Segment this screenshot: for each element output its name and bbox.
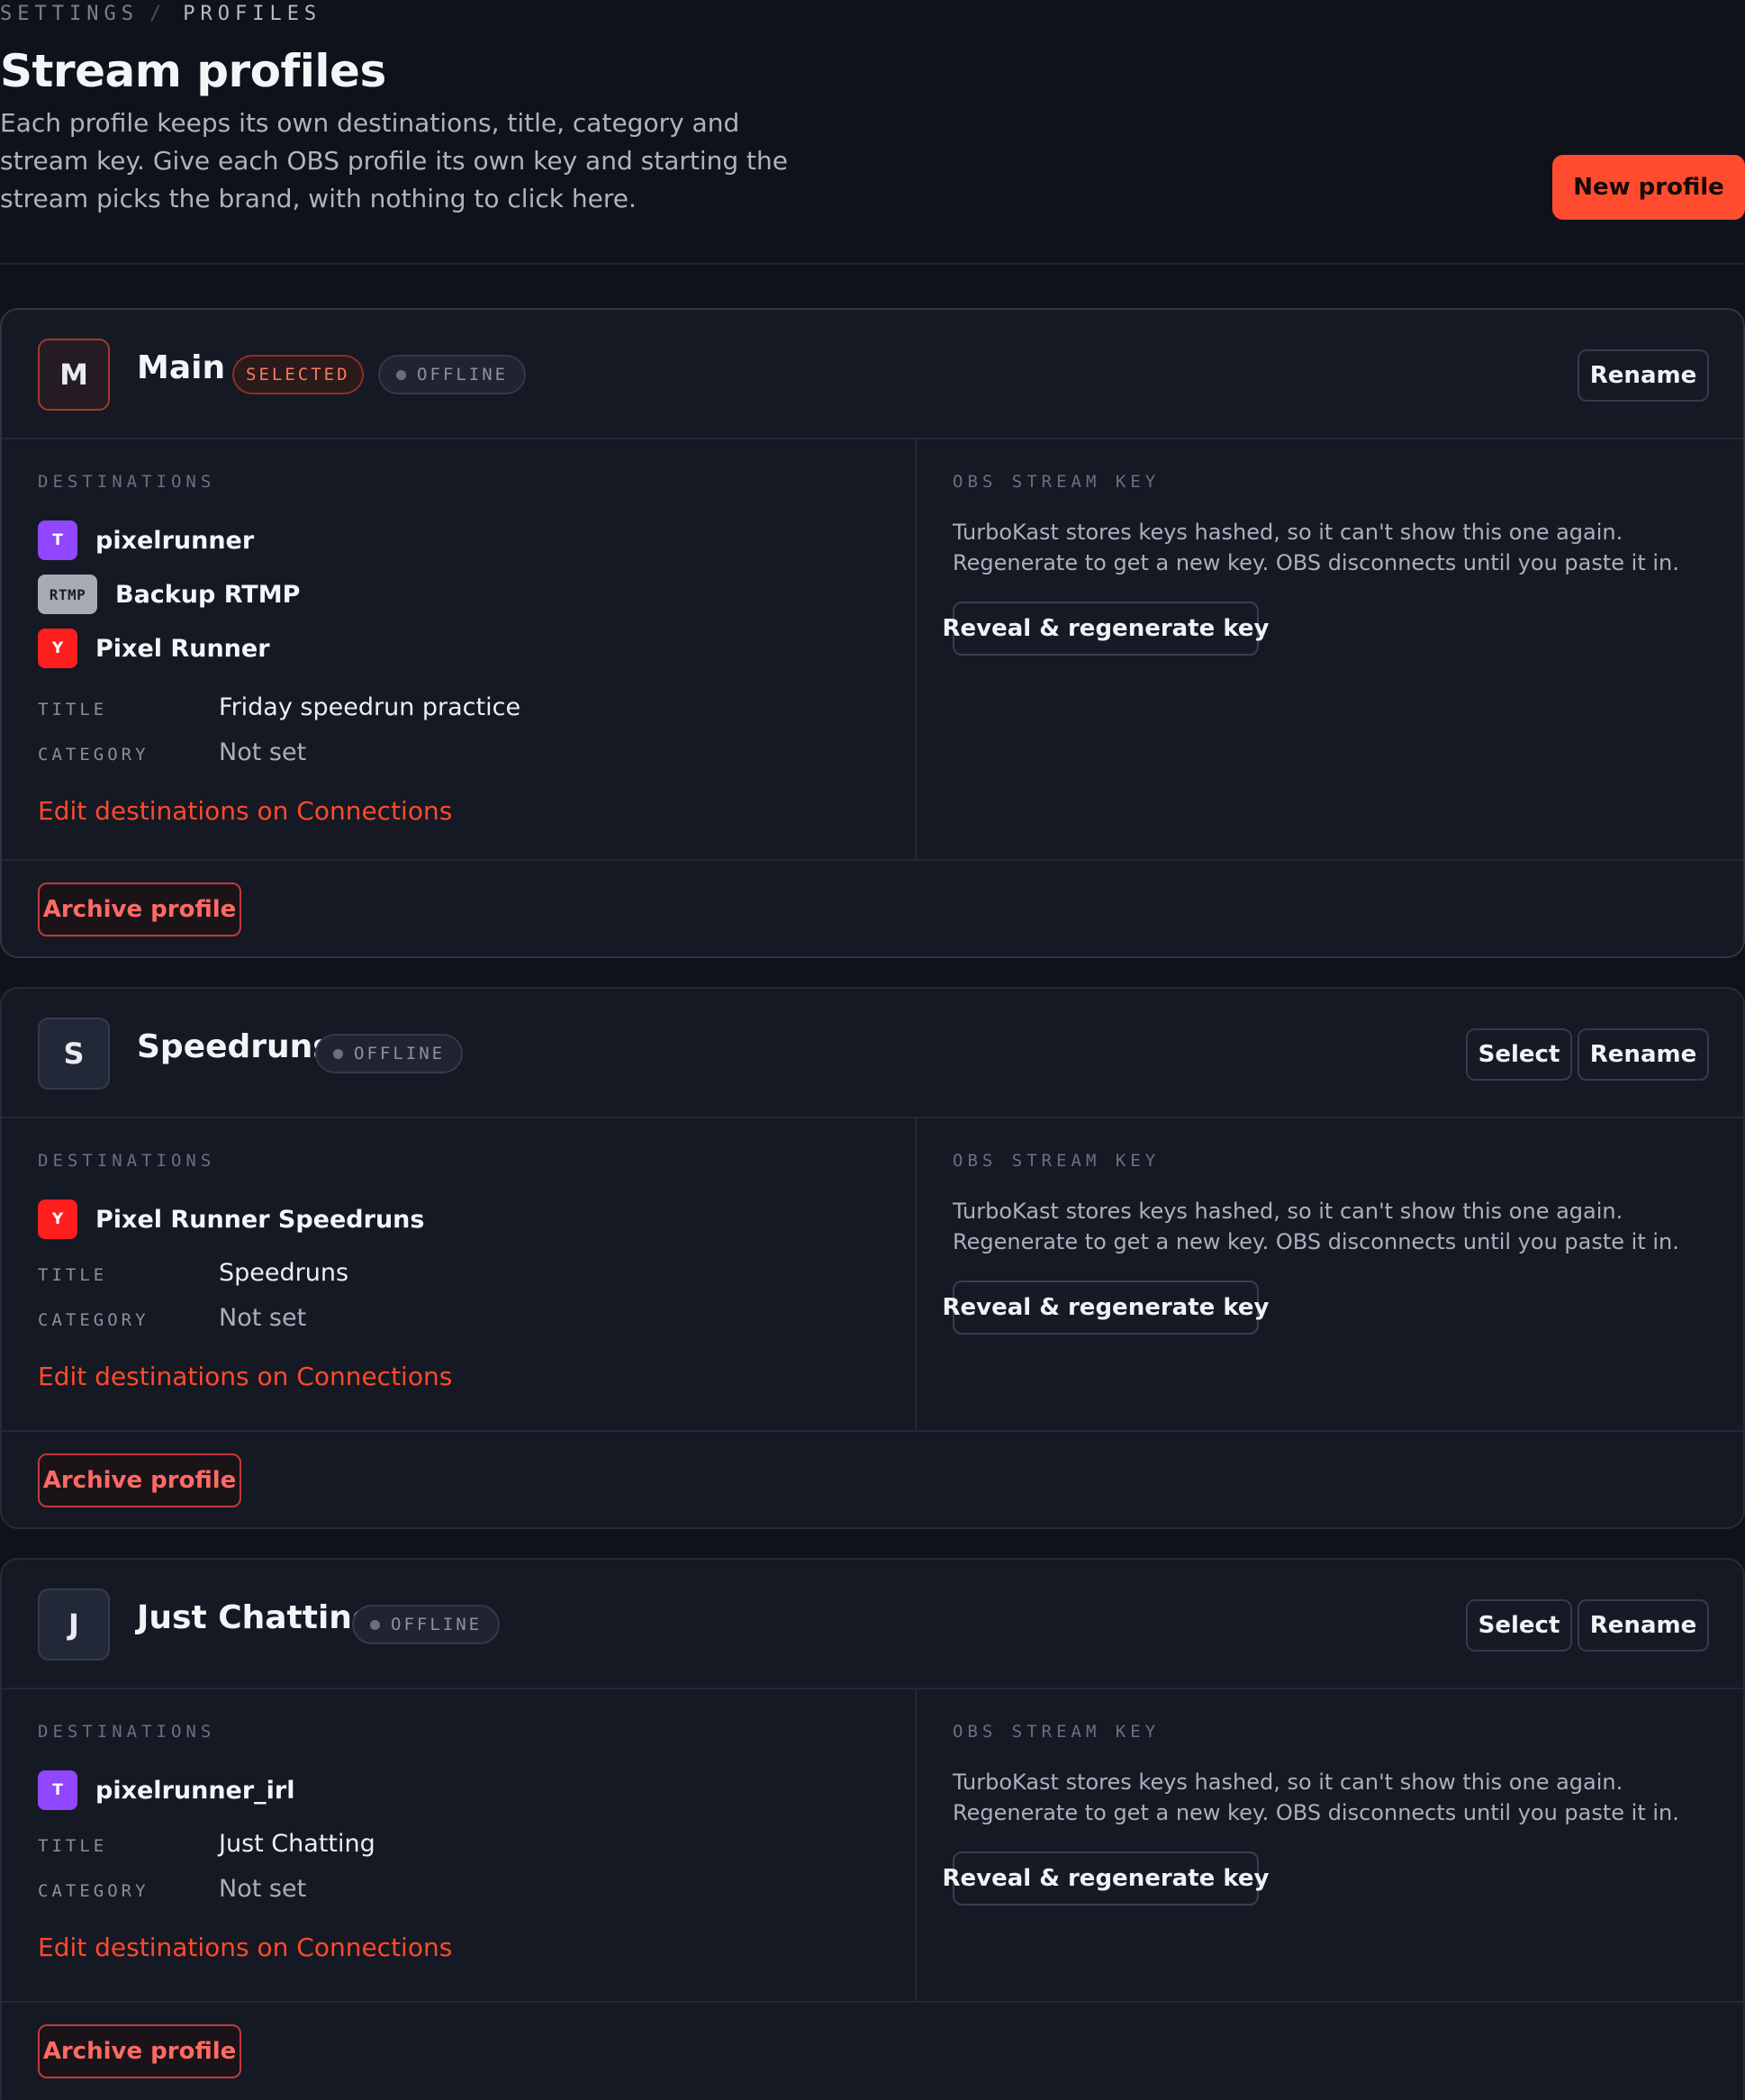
category-label: CATEGORY <box>38 1310 149 1330</box>
youtube-icon: Y <box>38 629 77 668</box>
archive-profile-button[interactable]: Archive profile <box>38 883 241 937</box>
profile-card-main: M Main SELECTED OFFLINE Rename DESTINATI… <box>0 308 1745 958</box>
reveal-regenerate-key-button[interactable]: Reveal & regenerate key <box>943 1281 1270 1335</box>
avatar: J <box>38 1589 110 1661</box>
stream-key-label: OBS STREAM KEY <box>953 1151 1161 1171</box>
title-label: TITLE <box>38 1265 108 1285</box>
status-badge: OFFLINE <box>378 355 527 394</box>
edit-destinations-link[interactable]: Edit destinations on Connections <box>38 1933 452 1962</box>
edit-destinations-link[interactable]: Edit destinations on Connections <box>38 1362 452 1391</box>
destinations-panel: DESTINATIONS T pixelrunner_irl TITLE Jus… <box>2 1689 917 2001</box>
edit-destinations-link[interactable]: Edit destinations on Connections <box>38 796 452 826</box>
destinations-panel: DESTINATIONS Y Pixel Runner Speedruns TI… <box>2 1118 917 1430</box>
youtube-icon: Y <box>38 1199 77 1239</box>
avatar: S <box>38 1018 110 1090</box>
profile-footer: Archive profile <box>2 2001 1743 2100</box>
destinations-label: DESTINATIONS <box>38 472 216 492</box>
destinations-label: DESTINATIONS <box>38 1151 216 1171</box>
profile-name: Main <box>137 349 226 386</box>
status-dot-icon <box>370 1619 380 1630</box>
destination-name: Backup RTMP <box>115 580 301 609</box>
stream-key-description: TurboKast stores keys hashed, so it can'… <box>953 1199 1679 1254</box>
title-label: TITLE <box>38 700 108 720</box>
destination-item: T pixelrunner <box>38 520 254 560</box>
destination-name: Pixel Runner Speedruns <box>95 1205 425 1234</box>
destination-item: RTMP Backup RTMP <box>38 575 300 614</box>
stream-key-label: OBS STREAM KEY <box>953 472 1161 492</box>
archive-profile-button[interactable]: Archive profile <box>38 2024 241 2078</box>
profile-header: S Speedruns OFFLINE Select Rename <box>2 989 1743 1118</box>
stream-key-description: TurboKast stores keys hashed, so it can'… <box>953 1770 1679 1825</box>
rtmp-icon: RTMP <box>38 575 97 614</box>
category-value: Not set <box>219 738 307 766</box>
profile-name: Just Chatting <box>137 1599 375 1636</box>
stream-key-label: OBS STREAM KEY <box>953 1722 1161 1742</box>
status-dot-icon <box>333 1048 343 1059</box>
breadcrumb: SETTINGS / PROFILES <box>0 3 321 25</box>
reveal-regenerate-key-button[interactable]: Reveal & regenerate key <box>943 602 1270 656</box>
title-label: TITLE <box>38 1836 108 1856</box>
selected-badge: SELECTED <box>232 355 364 394</box>
reveal-regenerate-key-button[interactable]: Reveal & regenerate key <box>943 1851 1270 1905</box>
rename-button[interactable]: Rename <box>1578 1028 1709 1081</box>
profile-header: J Just Chatting OFFLINE Select Rename <box>2 1560 1743 1689</box>
stream-key-panel: OBS STREAM KEY TurboKast stores keys has… <box>917 1689 1743 2001</box>
profile-header: M Main SELECTED OFFLINE Rename <box>2 310 1743 439</box>
new-profile-button[interactable]: New profile <box>1552 155 1745 220</box>
category-label: CATEGORY <box>38 1881 149 1901</box>
stream-key-panel: OBS STREAM KEY TurboKast stores keys has… <box>917 1118 1743 1430</box>
select-button[interactable]: Select <box>1466 1028 1572 1081</box>
status-badge: OFFLINE <box>352 1605 501 1644</box>
profile-footer: Archive profile <box>2 1430 1743 1527</box>
destination-item: Y Pixel Runner Speedruns <box>38 1199 424 1239</box>
title-value: Friday speedrun practice <box>219 693 521 721</box>
status-text: OFFLINE <box>391 1615 483 1634</box>
profile-footer: Archive profile <box>2 859 1743 956</box>
destination-item: Y Pixel Runner <box>38 629 270 668</box>
twitch-icon: T <box>38 1770 77 1810</box>
category-value: Not set <box>219 1875 307 1903</box>
page-description: Each profile keeps its own destinations,… <box>0 108 788 213</box>
header-divider <box>0 263 1745 265</box>
breadcrumb-separator: / <box>149 3 167 25</box>
breadcrumb-settings[interactable]: SETTINGS <box>0 3 139 25</box>
profile-name: Speedruns <box>137 1028 332 1065</box>
stream-key-description: TurboKast stores keys hashed, so it can'… <box>953 520 1679 575</box>
category-label: CATEGORY <box>38 745 149 765</box>
destination-item: T pixelrunner_irl <box>38 1770 295 1810</box>
destinations-panel: DESTINATIONS T pixelrunner RTMP Backup R… <box>2 439 917 859</box>
status-text: OFFLINE <box>417 365 509 385</box>
category-value: Not set <box>219 1304 307 1332</box>
destination-name: pixelrunner_irl <box>95 1776 295 1805</box>
avatar: M <box>38 339 110 411</box>
title-value: Just Chatting <box>219 1830 375 1858</box>
stream-key-panel: OBS STREAM KEY TurboKast stores keys has… <box>917 439 1743 859</box>
destinations-label: DESTINATIONS <box>38 1722 216 1742</box>
rename-button[interactable]: Rename <box>1578 349 1709 402</box>
title-value: Speedruns <box>219 1259 349 1287</box>
profiles-page: SETTINGS / PROFILES Stream profiles Each p… <box>0 0 1745 2100</box>
breadcrumb-profiles: PROFILES <box>183 3 322 25</box>
status-text: OFFLINE <box>354 1044 446 1064</box>
status-badge: OFFLINE <box>315 1034 464 1073</box>
status-dot-icon <box>396 369 406 380</box>
profile-card-just-chatting: J Just Chatting OFFLINE Select Rename DE… <box>0 1558 1745 2100</box>
twitch-icon: T <box>38 520 77 560</box>
select-button[interactable]: Select <box>1466 1599 1572 1652</box>
destination-name: pixelrunner <box>95 526 255 555</box>
archive-profile-button[interactable]: Archive profile <box>38 1453 241 1507</box>
page-title: Stream profiles <box>0 45 386 97</box>
rename-button[interactable]: Rename <box>1578 1599 1709 1652</box>
destination-name: Pixel Runner <box>95 634 270 663</box>
profile-card-speedruns: S Speedruns OFFLINE Select Rename DESTIN… <box>0 987 1745 1529</box>
